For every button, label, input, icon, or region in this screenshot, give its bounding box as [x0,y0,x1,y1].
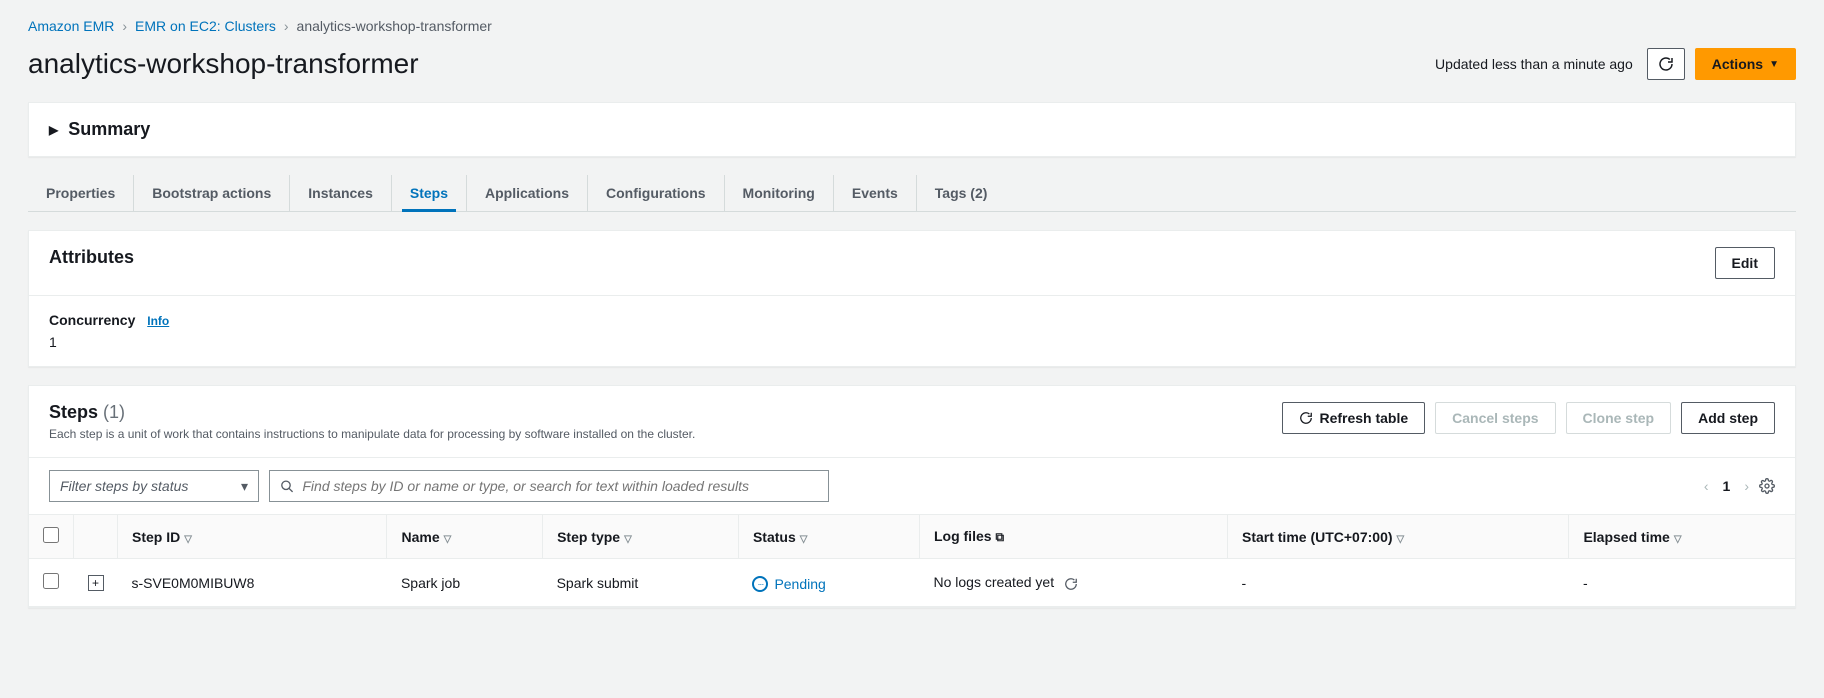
gear-icon [1759,478,1775,494]
cell-start: - [1227,559,1568,607]
refresh-icon[interactable] [1064,577,1078,591]
breadcrumb: Amazon EMR › EMR on EC2: Clusters › anal… [28,18,1796,34]
clone-step-button[interactable]: Clone step [1566,402,1672,434]
select-all-checkbox[interactable] [43,527,59,543]
pending-icon: ··· [752,576,768,592]
search-box[interactable] [269,470,829,502]
tab-monitoring[interactable]: Monitoring [725,175,834,211]
actions-button[interactable]: Actions ▼ [1695,48,1796,80]
col-status[interactable]: Status [753,529,796,545]
chevron-right-icon: › [284,18,289,34]
external-link-icon: ⧉ [996,530,1005,544]
page-title: analytics-workshop-transformer [28,48,419,80]
table-settings[interactable] [1759,478,1775,494]
breadcrumb-root[interactable]: Amazon EMR [28,18,114,34]
steps-panel: Steps (1) Each step is a unit of work th… [28,385,1796,608]
steps-table: Step ID ▽ Name ▽ Step type ▽ Status ▽ Log fi… [29,514,1795,607]
steps-title: Steps (1) [49,402,695,423]
sort-icon: ▽ [184,534,192,545]
tab-applications[interactable]: Applications [467,175,588,211]
cell-elapsed: - [1569,559,1795,607]
summary-title: Summary [68,119,150,140]
refresh-table-button[interactable]: Refresh table [1282,402,1425,434]
refresh-icon [1299,411,1313,425]
tab-bootstrap[interactable]: Bootstrap actions [134,175,290,211]
tab-configurations[interactable]: Configurations [588,175,725,211]
summary-toggle[interactable]: ▶ Summary [29,103,1795,156]
expand-row[interactable]: + [88,575,104,591]
tab-tags[interactable]: Tags (2) [917,175,1006,211]
tabs: Properties Bootstrap actions Instances S… [28,175,1796,212]
table-row[interactable]: + s-SVE0M0MIBUW8 Spark job Spark submit … [29,559,1795,607]
cell-name: Spark job [387,559,543,607]
col-elapsed[interactable]: Elapsed time [1583,529,1669,545]
search-input[interactable] [302,478,818,494]
next-page[interactable]: › [1744,478,1749,494]
row-checkbox[interactable] [43,573,59,589]
summary-panel: ▶ Summary [28,102,1796,157]
sort-icon: ▽ [800,534,808,545]
attributes-panel: Attributes Edit Concurrency Info 1 [28,230,1796,367]
tab-properties[interactable]: Properties [28,175,134,211]
add-step-button[interactable]: Add step [1681,402,1775,434]
cancel-steps-button[interactable]: Cancel steps [1435,402,1555,434]
refresh-icon [1658,56,1674,72]
steps-subtitle: Each step is a unit of work that contain… [49,427,695,441]
breadcrumb-clusters[interactable]: EMR on EC2: Clusters [135,18,276,34]
col-start[interactable]: Start time (UTC+07:00) [1242,529,1393,545]
sort-icon: ▽ [1674,534,1682,545]
caret-down-icon: ▼ [1769,59,1779,70]
caret-right-icon: ▶ [49,123,58,137]
cell-step-id: s-SVE0M0MIBUW8 [118,559,387,607]
col-step-id[interactable]: Step ID [132,529,180,545]
refresh-button[interactable] [1647,48,1685,80]
info-link[interactable]: Info [147,314,169,328]
attributes-title: Attributes [49,247,134,268]
breadcrumb-current: analytics-workshop-transformer [297,18,492,34]
current-page: 1 [1719,478,1735,494]
tab-instances[interactable]: Instances [290,175,392,211]
status-badge: ··· Pending [752,576,825,592]
filter-status-select[interactable]: Filter steps by status [49,470,259,502]
sort-icon: ▽ [444,534,452,545]
prev-page[interactable]: ‹ [1704,478,1709,494]
edit-button[interactable]: Edit [1715,247,1775,279]
search-icon [280,479,294,494]
tab-events[interactable]: Events [834,175,917,211]
chevron-right-icon: › [122,18,127,34]
concurrency-label: Concurrency [49,312,135,328]
cell-type: Spark submit [543,559,739,607]
sort-icon: ▽ [1397,534,1405,545]
sort-icon: ▽ [624,534,632,545]
cell-logs: No logs created yet [933,574,1054,590]
col-type[interactable]: Step type [557,529,620,545]
tab-steps[interactable]: Steps [392,175,467,211]
pagination: ‹ 1 › [1704,478,1775,494]
concurrency-value: 1 [49,334,1775,350]
col-name[interactable]: Name [401,529,439,545]
updated-text: Updated less than a minute ago [1435,56,1633,72]
col-logs[interactable]: Log files [934,528,992,544]
